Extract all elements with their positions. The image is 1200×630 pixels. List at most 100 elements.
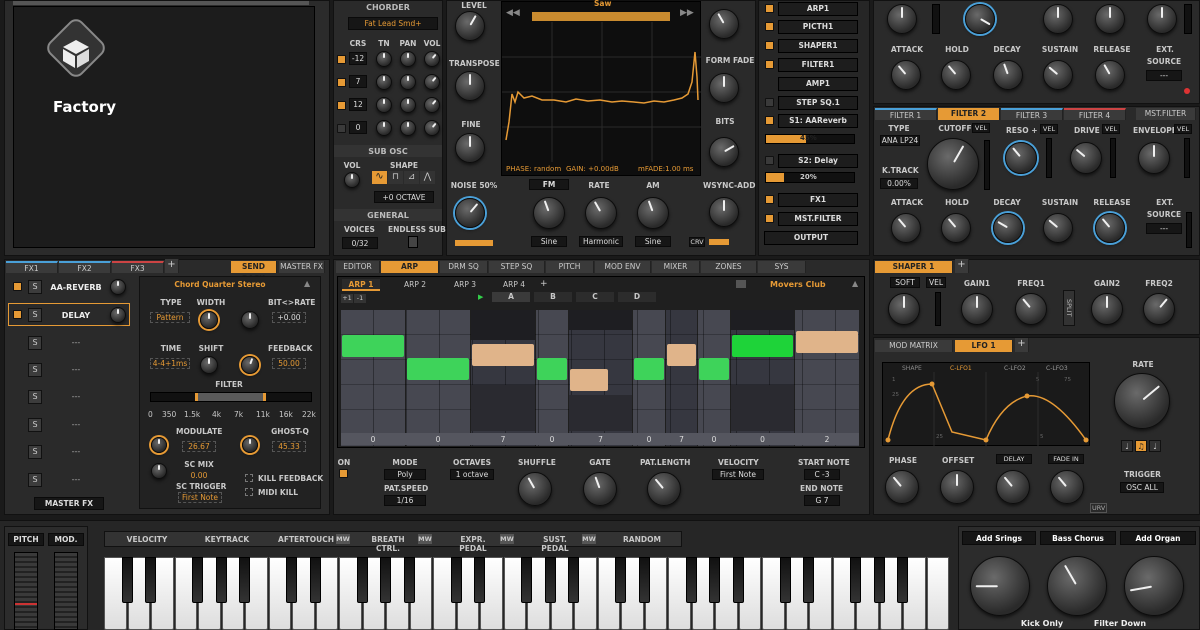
fm-wave[interactable]: Sine [531, 236, 567, 247]
delay-filter-hi-handle[interactable] [263, 393, 266, 401]
lfo-fadein-knob[interactable] [1050, 470, 1084, 504]
fine-knob[interactable] [455, 133, 485, 163]
tab-shaper-add[interactable]: + [955, 259, 969, 273]
arp-shuffle-knob[interactable] [518, 472, 552, 506]
vol-knob-3[interactable] [424, 97, 440, 113]
tab-mst-filter[interactable]: MST.FILTER [1136, 108, 1196, 120]
env1-top-knob-3[interactable] [1043, 4, 1073, 34]
arp-step-5[interactable] [570, 369, 608, 391]
delay-shift-knob[interactable] [200, 356, 218, 374]
chorder-led-2[interactable] [337, 78, 346, 87]
env1-top-slider[interactable] [932, 4, 940, 34]
arp-preset-arrows-icon[interactable]: ▲ [852, 279, 858, 288]
mod-src-sustain[interactable]: SUST. PEDAL [530, 535, 580, 553]
fx-slot6-solo[interactable]: S [28, 418, 42, 432]
black-key[interactable] [239, 557, 250, 603]
env1-sustain-knob[interactable] [1043, 60, 1073, 90]
rate-knob[interactable] [585, 197, 617, 229]
tn-knob-2[interactable] [376, 74, 392, 90]
shaper-freq2-knob[interactable] [1143, 293, 1175, 325]
endless-sub-toggle[interactable] [408, 236, 418, 248]
arp-patlen-knob[interactable] [647, 472, 681, 506]
slot-mst-filter[interactable]: MST.FILTER [778, 212, 858, 226]
lfo-note-icon-3[interactable]: ♩ [1149, 440, 1161, 452]
delay-scmix-knob[interactable] [151, 463, 167, 479]
fx-slot1-name[interactable]: AA-REVERB [48, 283, 104, 292]
tab-editor[interactable]: EDITOR [336, 261, 380, 273]
black-key[interactable] [544, 557, 556, 603]
chorder-led-1[interactable] [337, 55, 346, 64]
envelope-vel[interactable]: VEL [1174, 124, 1192, 134]
lfo-note-icon-2[interactable]: ♫ [1135, 440, 1147, 452]
black-key[interactable] [732, 557, 744, 603]
mod-src-sustain-mw[interactable]: MW [582, 534, 596, 544]
arp-step-1[interactable] [342, 335, 404, 357]
mod-src-expr-mw[interactable]: MW [500, 534, 514, 544]
slot-led-filter1[interactable] [765, 60, 774, 69]
slot-amp1[interactable]: AMP1 [778, 77, 858, 91]
chorder-crs-2[interactable]: 7 [349, 75, 367, 88]
slot-led-pitch1[interactable] [765, 22, 774, 31]
delay-modulate-knob[interactable] [151, 437, 167, 453]
arp-velocity-value[interactable]: First Note [712, 469, 764, 480]
mod-src-expr[interactable]: EXPR. PEDAL [446, 535, 500, 553]
black-key[interactable] [215, 557, 227, 603]
arp-section-b[interactable]: B [534, 292, 572, 302]
slot-shaper1[interactable]: SHAPER1 [778, 39, 858, 53]
black-key[interactable] [286, 557, 297, 603]
tab-mod-env[interactable]: MOD ENV [595, 261, 651, 273]
kill-feedback-checkbox[interactable] [245, 474, 253, 482]
drive-knob[interactable] [1070, 142, 1102, 174]
shaper-drive-knob[interactable] [888, 293, 920, 325]
fx-slot4-name[interactable]: --- [48, 365, 104, 374]
arp-step-2[interactable] [407, 358, 469, 380]
cutoff-knob[interactable] [927, 138, 979, 190]
slot-led-arp1[interactable] [765, 4, 774, 13]
black-key[interactable] [638, 557, 650, 603]
tab-lfo-add[interactable]: + [1015, 338, 1029, 352]
macro-2-label[interactable]: Bass Chorus [1040, 531, 1116, 545]
lfo-curve[interactable] [882, 372, 1090, 446]
fx-slot5-solo[interactable]: S [28, 390, 42, 404]
shaper-vel[interactable]: VEL [926, 277, 946, 288]
tab-lfo1[interactable]: LFO 1 [955, 340, 1013, 352]
black-key[interactable] [615, 557, 626, 603]
tab-fx2[interactable]: FX2 [59, 261, 111, 273]
arp-step-val-5[interactable]: 7 [569, 435, 632, 444]
crv-button[interactable]: CRV [689, 237, 705, 247]
macro-1-knob[interactable] [970, 556, 1030, 616]
black-key[interactable] [403, 557, 415, 603]
env1-top-knob-4[interactable] [1095, 4, 1125, 34]
slot-filter1[interactable]: FILTER1 [778, 58, 858, 72]
mod-src-breath-mw[interactable]: MW [418, 534, 432, 544]
arp-step-val-2[interactable]: 0 [406, 435, 470, 444]
black-key[interactable] [568, 557, 579, 603]
fx-slot1-led[interactable] [13, 282, 22, 291]
arp-step-val-6[interactable]: 0 [633, 435, 665, 444]
drive-slider[interactable] [1110, 138, 1116, 178]
fx-slot2-name[interactable]: DELAY [48, 311, 104, 320]
fm-knob[interactable] [533, 197, 565, 229]
black-key[interactable] [803, 557, 814, 603]
shaper-gain2-knob[interactable] [1091, 293, 1123, 325]
am-knob[interactable] [637, 197, 669, 229]
tab-filter2[interactable]: FILTER 2 [938, 108, 1000, 120]
slot-stepsq1[interactable]: STEP SQ.1 [778, 96, 858, 110]
wsync-bar[interactable] [709, 239, 729, 245]
sub-octave[interactable]: +0 OCTAVE [374, 191, 434, 203]
tab-filter3[interactable]: FILTER 3 [1001, 108, 1063, 120]
chorder-preset[interactable]: Fat Lead Smd+ [348, 17, 438, 30]
chorder-crs-1[interactable]: -12 [349, 52, 367, 65]
reso-vel[interactable]: VEL [1040, 124, 1058, 134]
black-key[interactable] [779, 557, 791, 603]
arp-gate-knob[interactable] [583, 472, 617, 506]
arp-step-8[interactable] [699, 358, 729, 380]
slot-led-s2[interactable] [765, 156, 774, 165]
arp-step-9[interactable] [732, 335, 793, 357]
lfo-trigger-value[interactable]: OSC ALL [1120, 482, 1164, 493]
arp-start-value[interactable]: C -3 [804, 469, 840, 480]
f-release-knob[interactable] [1095, 213, 1125, 243]
arp-step-val-9[interactable]: 0 [731, 435, 794, 444]
noise-knob[interactable] [455, 198, 485, 228]
arp-section-c[interactable]: C [576, 292, 614, 302]
